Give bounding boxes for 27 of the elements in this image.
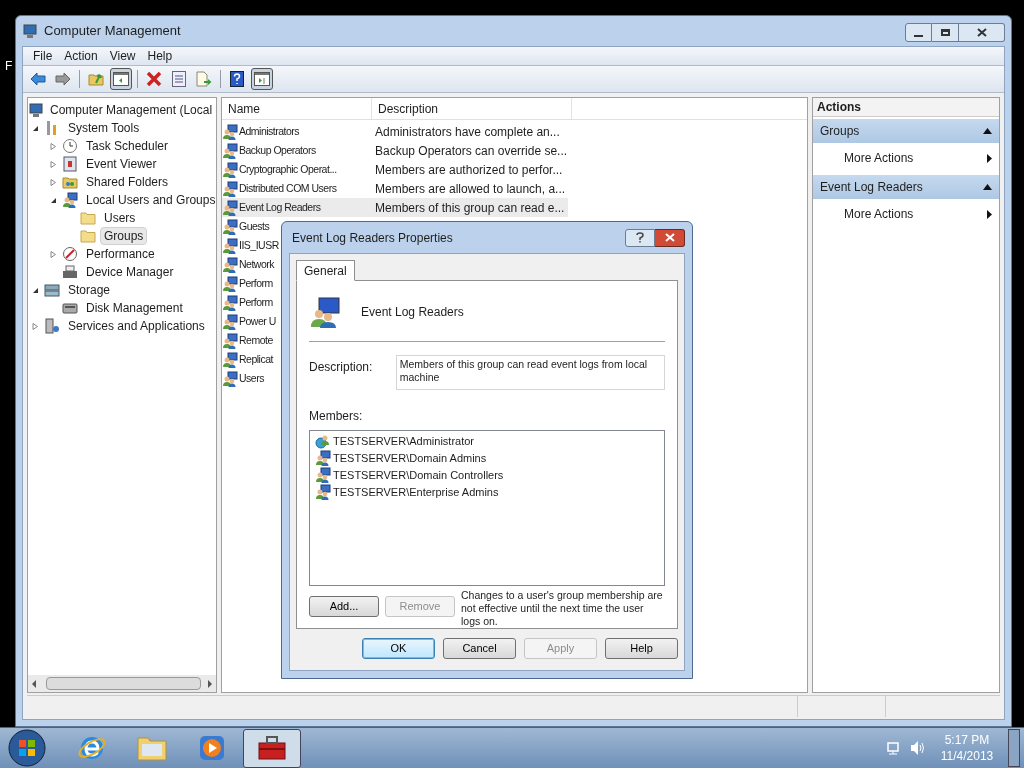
table-cell-text: Distributed COM Users xyxy=(239,180,337,196)
table-cell-text: Replicat xyxy=(239,351,273,367)
table-cell-text: Guests xyxy=(239,218,270,234)
group-name: Event Log Readers xyxy=(361,304,464,322)
actions-header: Actions xyxy=(813,98,999,117)
table-cell-text: Network xyxy=(239,256,274,272)
table-cell-text: Perform xyxy=(239,275,273,291)
table-cell-text: Backup Operators xyxy=(239,142,316,158)
table-cell-text: Remote xyxy=(239,332,273,348)
table-cell-text: Administrators have complete an... xyxy=(374,123,560,141)
table-cell-text: Members are allowed to launch, a... xyxy=(374,180,566,198)
membership-note: Changes to a user's group membership are not effective until the next time the user logs on. xyxy=(461,589,664,628)
desktop-icon-label: F xyxy=(5,58,13,75)
table-cell-text: Power U xyxy=(239,313,276,329)
table-cell-text: Perform xyxy=(239,294,273,310)
description-label: Description: xyxy=(309,358,374,376)
table-cell-text: Administrators xyxy=(239,123,300,139)
table-cell-text: Users xyxy=(239,370,264,386)
dialog-title: Event Log Readers Properties xyxy=(292,229,453,247)
table-cell-text: Cryptographic Operat... xyxy=(239,161,337,177)
table-cell-text: Members are authorized to perfor... xyxy=(374,161,563,179)
table-cell-text: IIS_IUSR xyxy=(239,237,279,253)
window-title: Computer Management xyxy=(44,22,181,41)
members-label: Members: xyxy=(309,407,364,425)
table-cell-text: Members of this group can read e... xyxy=(374,199,565,217)
table-cell-text: Event Log Readers xyxy=(239,199,321,215)
table-cell-text: Backup Operators can override se... xyxy=(374,142,568,160)
